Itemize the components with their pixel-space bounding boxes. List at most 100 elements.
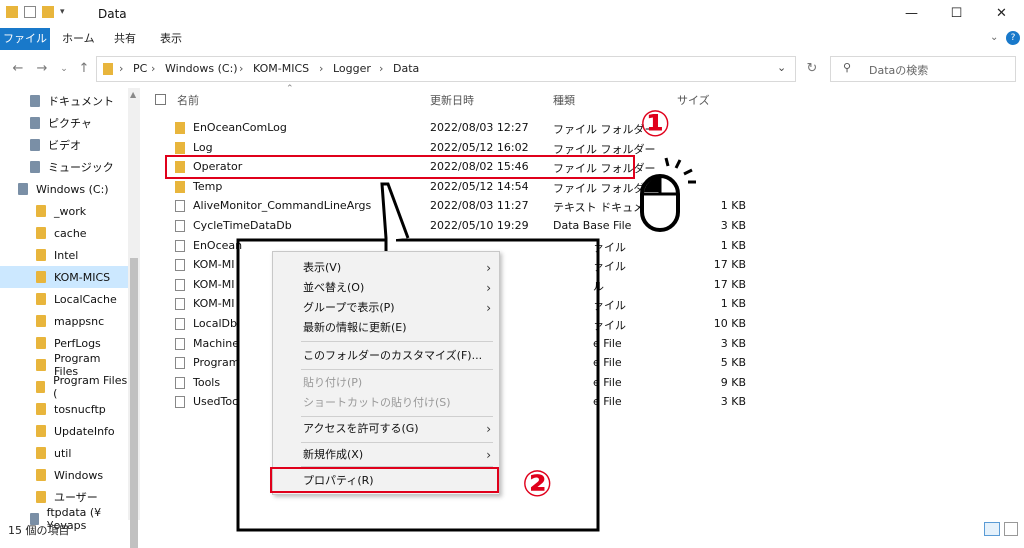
- refresh-icon[interactable]: ↻: [802, 58, 822, 80]
- column-header-type[interactable]: 種類: [553, 92, 575, 108]
- search-box[interactable]: ⚲ Dataの検索: [830, 56, 1016, 82]
- sidebar-item[interactable]: PerfLogs: [0, 332, 128, 354]
- help-icon[interactable]: ?: [1006, 31, 1020, 45]
- menu-item-paste-shortcut[interactable]: ショートカットの貼り付け(S): [273, 393, 501, 413]
- folder-icon: [36, 381, 46, 393]
- address-bar[interactable]: › PC › Windows (C:) › KOM-MICS › Logger …: [96, 56, 796, 82]
- close-button[interactable]: ✕: [979, 0, 1024, 28]
- sidebar-item[interactable]: tosnucftp: [0, 398, 128, 420]
- submenu-arrow-icon: ›: [486, 281, 491, 295]
- menu-item-refresh[interactable]: 最新の情報に更新(E): [273, 318, 501, 338]
- mouse-click-icon: [640, 157, 696, 232]
- file-name: KOM-MI: [175, 258, 234, 272]
- sidebar-item[interactable]: cache: [0, 222, 128, 244]
- file-size: 10 KB: [713, 317, 746, 330]
- tab-view[interactable]: 表示: [150, 28, 192, 50]
- folder-icon: [36, 271, 46, 283]
- sidebar-item[interactable]: Program Files: [0, 352, 128, 378]
- sidebar-scrollbar[interactable]: ▲: [128, 88, 140, 548]
- select-all-checkbox[interactable]: [155, 94, 166, 105]
- sort-arrow-icon: ⌃: [286, 84, 294, 94]
- breadcrumb-logger[interactable]: Logger: [333, 62, 371, 75]
- ribbon-expand-icon[interactable]: ⌄: [990, 32, 998, 43]
- menu-separator: [301, 442, 493, 443]
- menu-item-grant-access[interactable]: アクセスを許可する(G) ›: [273, 419, 501, 439]
- file-row[interactable]: EnOceanComLog 2022/08/03 12:27 ファイル フォルダー: [165, 118, 656, 138]
- maximize-button[interactable]: ☐: [934, 0, 979, 28]
- back-arrow-icon[interactable]: ←: [8, 58, 28, 80]
- sidebar-item[interactable]: Intel: [0, 244, 128, 266]
- minimize-button[interactable]: —: [889, 0, 934, 28]
- tab-share[interactable]: 共有: [104, 28, 146, 50]
- large-icons-view-icon[interactable]: [1004, 522, 1018, 536]
- up-arrow-icon[interactable]: ↑: [74, 58, 94, 80]
- scrollbar-thumb[interactable]: [130, 258, 138, 548]
- address-dropdown-icon[interactable]: ⌄: [777, 61, 786, 74]
- sidebar-item[interactable]: Windows: [0, 464, 128, 486]
- sidebar-item[interactable]: ユーザー: [0, 486, 128, 508]
- context-menu: 表示(V) › 並べ替え(O) › グループで表示(P) › 最新の情報に更新(E) …: [272, 251, 500, 495]
- file-name-text: EnOceanComLog: [193, 121, 287, 134]
- sidebar-item[interactable]: _work: [0, 200, 128, 222]
- step-1-label: ①: [640, 104, 671, 145]
- customize-arrow-icon[interactable]: ▾: [60, 7, 65, 17]
- menu-item-paste[interactable]: 貼り付け(P): [273, 373, 501, 393]
- menu-item-label: 並べ替え(O): [303, 281, 365, 294]
- sidebar-item[interactable]: Windows (C:): [0, 178, 128, 200]
- sidebar-item-label: _work: [54, 204, 87, 218]
- file-date: 2022/08/03 12:27: [430, 121, 529, 134]
- sidebar-item[interactable]: Program Files (: [0, 374, 128, 400]
- file-name: Tools: [175, 376, 220, 389]
- menu-separator: [301, 369, 493, 370]
- menu-item-label: グループで表示(P): [303, 301, 395, 314]
- menu-item-customize[interactable]: このフォルダーのカスタマイズ(F)...: [273, 346, 501, 366]
- sidebar-item-label: LocalCache: [54, 292, 117, 306]
- folder-icon: [175, 180, 185, 193]
- sidebar-item[interactable]: LocalCache: [0, 288, 128, 310]
- menu-item-new[interactable]: 新規作成(X) ›: [273, 445, 501, 465]
- file-icon: [175, 278, 185, 291]
- sidebar-item[interactable]: KOM-MICS: [0, 266, 128, 288]
- sidebar-item[interactable]: UpdateInfo: [0, 420, 128, 442]
- sidebar-item[interactable]: ドキュメント: [0, 90, 128, 112]
- sidebar-item[interactable]: ミュージック: [0, 156, 128, 178]
- details-view-icon[interactable]: [984, 522, 1000, 536]
- file-name: UsedToo: [175, 395, 239, 409]
- sidebar-item[interactable]: util: [0, 442, 128, 464]
- breadcrumb-separator-icon: ›: [119, 62, 124, 75]
- title-bar: ▾ Data — ☐ ✕: [0, 0, 1024, 28]
- file-size: 5 KB: [720, 356, 746, 370]
- menu-item-label: 貼り付け(P): [303, 376, 363, 389]
- sidebar-item-label: UpdateInfo: [54, 424, 115, 438]
- menu-item-view[interactable]: 表示(V) ›: [273, 258, 501, 278]
- folder-icon: [36, 359, 46, 371]
- tab-home[interactable]: ホーム: [52, 28, 105, 50]
- properties-highlight-box: [270, 467, 499, 493]
- menu-item-sort[interactable]: 並べ替え(O) ›: [273, 278, 501, 298]
- sidebar-item-label: ビデオ: [48, 139, 81, 152]
- tab-file[interactable]: ファイル: [0, 28, 50, 50]
- forward-arrow-icon[interactable]: →: [32, 58, 52, 80]
- file-icon: [175, 239, 185, 252]
- recent-chevron-icon[interactable]: ⌄: [54, 58, 74, 80]
- column-header-name[interactable]: 名前: [177, 92, 199, 108]
- properties-icon[interactable]: [24, 6, 36, 18]
- breadcrumb-data[interactable]: Data: [393, 62, 419, 75]
- menu-item-group[interactable]: グループで表示(P) ›: [273, 298, 501, 318]
- sidebar-item-label: PerfLogs: [54, 336, 101, 350]
- column-header-size[interactable]: サイズ: [677, 92, 710, 108]
- folder-icon: [36, 425, 46, 437]
- file-name-text: KOM-MI: [193, 297, 235, 311]
- sidebar-item-label: ミュージック: [48, 161, 114, 174]
- folder-icon: [30, 95, 40, 107]
- breadcrumb-pc[interactable]: PC: [133, 62, 147, 75]
- column-header-date[interactable]: 更新日時: [430, 92, 474, 108]
- sidebar-item[interactable]: ピクチャ: [0, 112, 128, 134]
- breadcrumb-windows[interactable]: Windows (C:): [165, 62, 238, 75]
- new-folder-icon[interactable]: [42, 6, 54, 18]
- sidebar-item[interactable]: ビデオ: [0, 134, 128, 156]
- sidebar-item[interactable]: mappsnc: [0, 310, 128, 332]
- menu-separator: [301, 341, 493, 342]
- breadcrumb-kom-mics[interactable]: KOM-MICS: [253, 62, 309, 75]
- file-name: Machine: [175, 337, 239, 350]
